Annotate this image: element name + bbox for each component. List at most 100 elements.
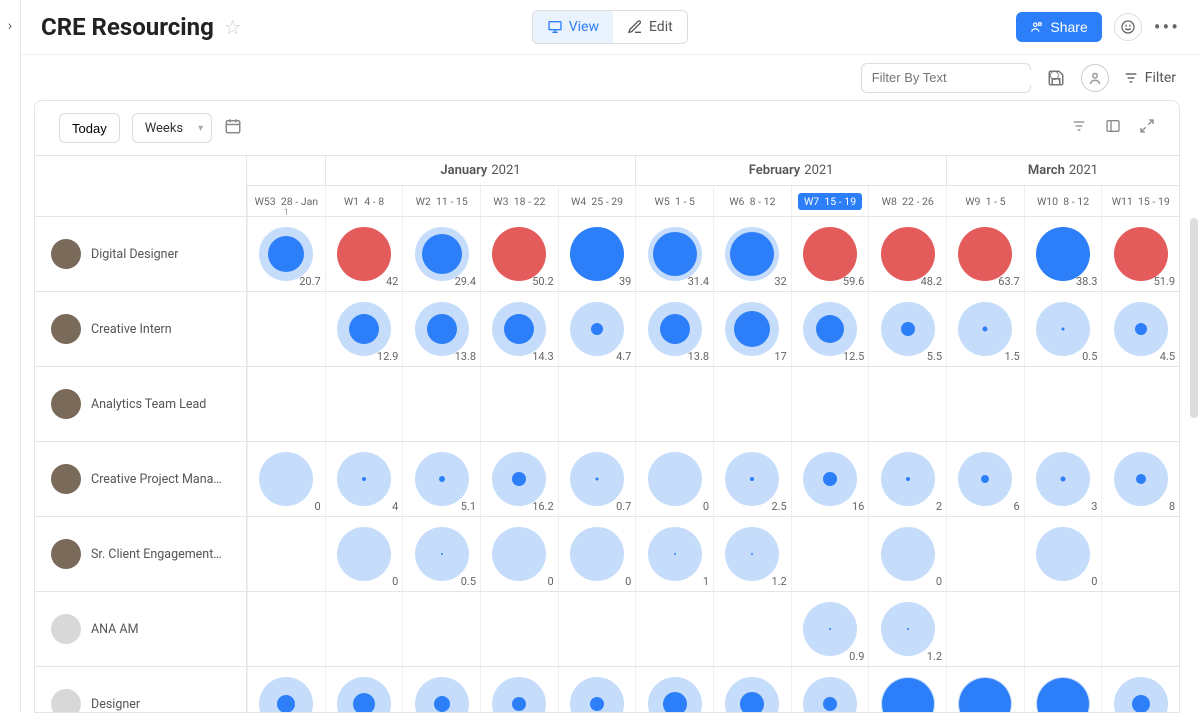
allocation-cell[interactable]: 2 (868, 442, 946, 516)
calendar-icon[interactable] (224, 117, 242, 139)
allocation-cell[interactable] (791, 367, 869, 441)
granularity-select[interactable]: Weeks ▾ (132, 113, 212, 143)
allocation-cell[interactable]: 1.2 (868, 592, 946, 666)
allocation-cell[interactable]: 0 (868, 517, 946, 591)
tab-view[interactable]: View (533, 11, 613, 43)
allocation-cell[interactable]: 1 (635, 517, 713, 591)
allocation-cell[interactable] (946, 592, 1024, 666)
expand-icon[interactable] (1139, 118, 1155, 138)
allocation-cell[interactable] (868, 667, 946, 712)
panel-toggle-icon[interactable] (1105, 118, 1121, 138)
allocation-cell[interactable]: 1.5 (946, 292, 1024, 366)
allocation-cell[interactable]: 39 (558, 217, 636, 291)
allocation-cell[interactable] (480, 367, 558, 441)
allocation-cell[interactable] (247, 517, 325, 591)
allocation-cell[interactable]: 13.8 (635, 292, 713, 366)
person-cell[interactable]: Designer (35, 667, 247, 712)
allocation-cell[interactable] (635, 667, 713, 712)
filter-input[interactable] (872, 70, 1048, 85)
allocation-cell[interactable] (791, 667, 869, 712)
allocation-cell[interactable]: 12.9 (325, 292, 403, 366)
person-cell[interactable]: Creative Intern (35, 292, 247, 366)
allocation-cell[interactable] (868, 367, 946, 441)
allocation-cell[interactable]: 42 (325, 217, 403, 291)
allocation-cell[interactable]: 0.9 (791, 592, 869, 666)
allocation-cell[interactable]: 17 (713, 292, 791, 366)
allocation-cell[interactable]: 1.2 (713, 517, 791, 591)
allocation-cell[interactable]: 3 (1024, 442, 1102, 516)
allocation-cell[interactable] (558, 367, 636, 441)
more-icon[interactable]: ••• (1154, 15, 1180, 39)
allocation-cell[interactable]: 8 (1101, 442, 1179, 516)
allocation-cell[interactable] (1024, 367, 1102, 441)
allocation-cell[interactable] (1024, 667, 1102, 712)
allocation-cell[interactable] (247, 667, 325, 712)
allocation-cell[interactable]: 0 (247, 442, 325, 516)
filter-search[interactable] (861, 63, 1031, 93)
allocation-cell[interactable]: 6 (946, 442, 1024, 516)
allocation-cell[interactable]: 0.5 (402, 517, 480, 591)
allocation-cell[interactable] (402, 367, 480, 441)
allocation-cell[interactable] (1024, 592, 1102, 666)
share-button[interactable]: Share (1016, 12, 1101, 42)
allocation-cell[interactable] (325, 667, 403, 712)
allocation-cell[interactable]: 4.5 (1101, 292, 1179, 366)
allocation-cell[interactable]: 48.2 (868, 217, 946, 291)
allocation-cell[interactable] (635, 367, 713, 441)
person-cell[interactable]: Digital Designer (35, 217, 247, 291)
filter-funnel-icon[interactable] (1071, 118, 1087, 138)
allocation-cell[interactable]: 51.9 (1101, 217, 1179, 291)
allocation-cell[interactable]: 31.4 (635, 217, 713, 291)
allocation-cell[interactable] (247, 592, 325, 666)
allocation-cell[interactable] (635, 592, 713, 666)
star-icon[interactable]: ☆ (224, 15, 242, 39)
person-cell[interactable]: ANA AM (35, 592, 247, 666)
allocation-cell[interactable] (713, 592, 791, 666)
allocation-cell[interactable]: 0 (480, 517, 558, 591)
allocation-cell[interactable] (247, 292, 325, 366)
allocation-cell[interactable] (946, 517, 1024, 591)
allocation-cell[interactable]: 20.7 (247, 217, 325, 291)
allocation-cell[interactable]: 29.4 (402, 217, 480, 291)
allocation-cell[interactable] (713, 367, 791, 441)
allocation-cell[interactable]: 4 (325, 442, 403, 516)
allocation-cell[interactable]: 12.5 (791, 292, 869, 366)
allocation-cell[interactable] (558, 667, 636, 712)
allocation-cell[interactable]: 0.5 (1024, 292, 1102, 366)
allocation-cell[interactable] (480, 667, 558, 712)
allocation-cell[interactable] (402, 592, 480, 666)
allocation-cell[interactable]: 13.8 (402, 292, 480, 366)
allocation-cell[interactable] (1101, 592, 1179, 666)
allocation-cell[interactable]: 50.2 (480, 217, 558, 291)
allocation-cell[interactable]: 0 (1024, 517, 1102, 591)
allocation-cell[interactable]: 16 (791, 442, 869, 516)
allocation-cell[interactable]: 0 (635, 442, 713, 516)
smile-icon[interactable] (1114, 13, 1142, 41)
allocation-cell[interactable]: 0 (558, 517, 636, 591)
save-icon[interactable] (1045, 67, 1067, 89)
allocation-cell[interactable] (480, 592, 558, 666)
person-cell[interactable]: Sr. Client Engagement… (35, 517, 247, 591)
allocation-cell[interactable]: 63.7 (946, 217, 1024, 291)
allocation-cell[interactable] (558, 592, 636, 666)
allocation-cell[interactable]: 4.7 (558, 292, 636, 366)
allocation-cell[interactable] (713, 667, 791, 712)
allocation-cell[interactable]: 5.5 (868, 292, 946, 366)
tab-edit[interactable]: Edit (613, 11, 687, 43)
allocation-cell[interactable] (325, 592, 403, 666)
allocation-cell[interactable] (402, 667, 480, 712)
allocation-cell[interactable] (946, 667, 1024, 712)
person-cell[interactable]: Creative Project Mana… (35, 442, 247, 516)
allocation-cell[interactable]: 32 (713, 217, 791, 291)
allocation-cell[interactable]: 38.3 (1024, 217, 1102, 291)
scrollbar[interactable] (1190, 218, 1198, 418)
allocation-cell[interactable]: 16.2 (480, 442, 558, 516)
allocation-cell[interactable] (791, 517, 869, 591)
allocation-cell[interactable]: 0 (325, 517, 403, 591)
filter-button[interactable]: Filter (1123, 70, 1176, 86)
person-cell[interactable]: Analytics Team Lead (35, 367, 247, 441)
allocation-cell[interactable] (325, 367, 403, 441)
allocation-cell[interactable] (1101, 667, 1179, 712)
allocation-cell[interactable] (1101, 367, 1179, 441)
allocation-cell[interactable] (247, 367, 325, 441)
